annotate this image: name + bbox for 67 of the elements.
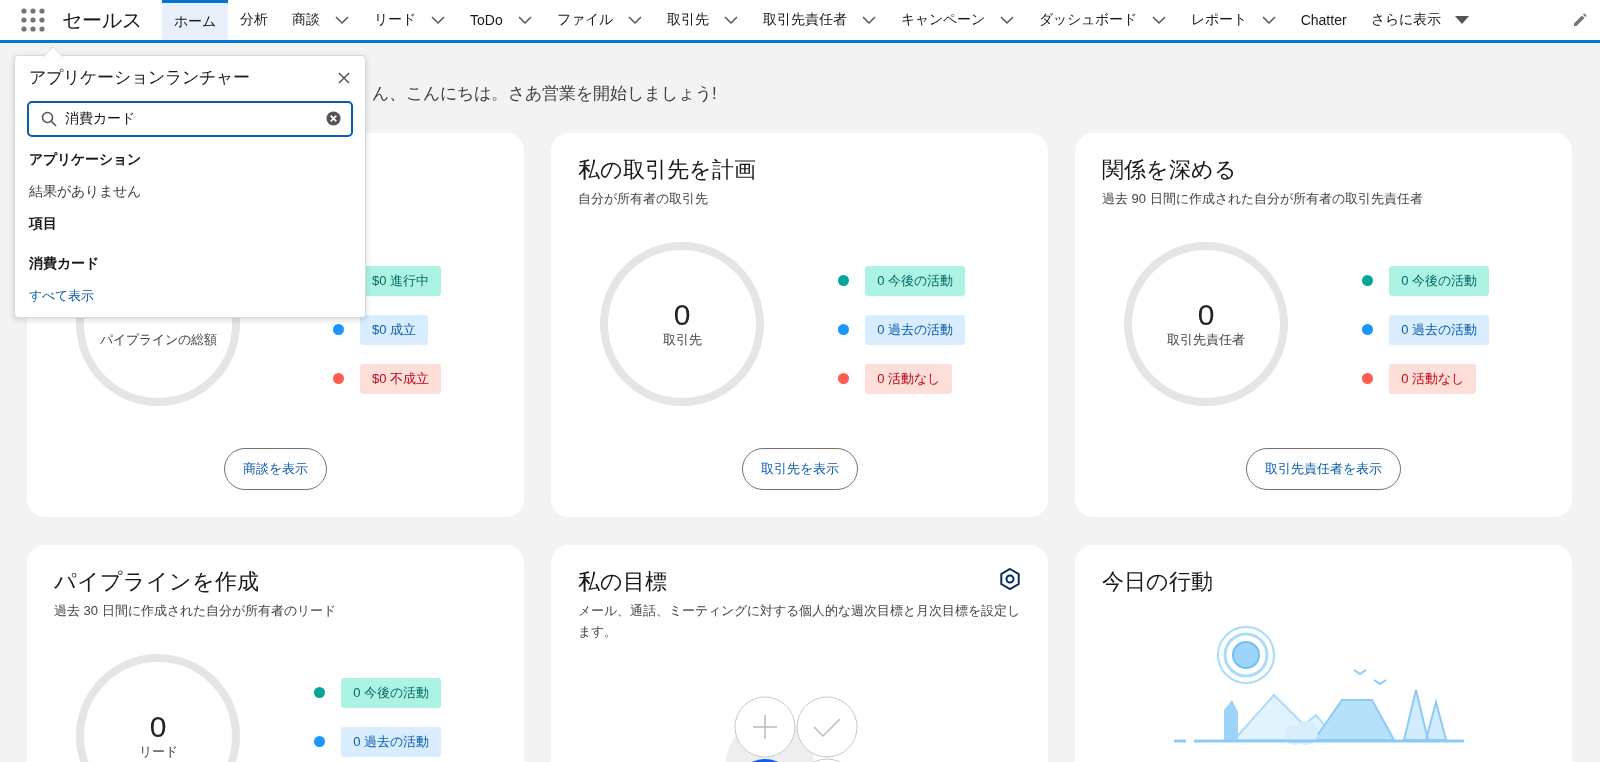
status-badge: $0 成立 [359, 314, 428, 345]
chevron-down-icon[interactable] [516, 15, 533, 25]
card-subtitle: 過去 30 日間に作成された自分が所有者のリード [54, 602, 337, 620]
card-subtitle: 過去 90 日間に作成された自分が所有者の取引先責任者 [1102, 190, 1424, 208]
card-title: パイプラインを作成 [54, 568, 259, 595]
status-badge: 0 今後の活動 [341, 677, 441, 708]
app-launcher-icon[interactable] [20, 7, 46, 33]
total-label: 取引先 [662, 332, 702, 348]
status-badge: $0 不成立 [359, 363, 441, 394]
nav-tab[interactable]: ダッシュボード [1026, 0, 1179, 40]
nav-tab[interactable]: 商談 [280, 0, 362, 40]
search-field[interactable]: 消費カード [27, 101, 353, 137]
total-label: リード [138, 744, 178, 760]
view-button[interactable]: 商談を表示 [224, 447, 327, 490]
status-badge: 0 過去の活動 [1389, 314, 1489, 345]
status-badge: 0 今後の活動 [1389, 265, 1489, 296]
nav-tab[interactable]: さらに表示 [1358, 0, 1481, 40]
nav-tab[interactable]: ホーム [162, 0, 228, 40]
nav-tab[interactable]: キャンペーン [888, 0, 1027, 40]
status-badge: 0 過去の活動 [341, 726, 441, 757]
total-value: 0 [673, 300, 691, 331]
nav-tab[interactable]: 分析 [228, 0, 280, 40]
card-title: 私の目標 [578, 568, 667, 595]
empty-message: 結果がありません [28, 183, 142, 201]
nav-tab[interactable]: ファイル [544, 0, 655, 40]
total-label: パイプラインの総額 [99, 332, 217, 348]
chevron-down-icon[interactable] [998, 15, 1015, 25]
card-title: 私の取引先を計画 [578, 156, 756, 183]
settings-icon[interactable] [998, 567, 1022, 591]
popover-title: アプリケーションランチャー [29, 67, 250, 89]
app-name: セールス [62, 7, 142, 33]
total-value: 0 [1197, 300, 1215, 331]
chevron-down-icon[interactable] [1150, 15, 1167, 25]
status-badge: 0 過去の活動 [865, 314, 965, 345]
nav-tab[interactable]: リード [362, 0, 458, 40]
caret-down-icon[interactable] [1454, 16, 1469, 24]
nav-tab[interactable]: Chatter [1288, 0, 1359, 40]
card-subtitle: メール、通話、ミーティングに対する個人的な週次目標と月次目標を設定します。 [578, 602, 1021, 641]
chevron-down-icon[interactable] [626, 15, 643, 25]
card-subtitle: 自分が所有者の取引先 [578, 190, 709, 208]
search-icon [41, 111, 57, 127]
greeting-text: ん、こんにちは。さあ営業を開始しましょう! [372, 82, 717, 105]
view-button[interactable]: 取引先を表示 [741, 447, 858, 490]
card-title: 今日の行動 [1102, 568, 1213, 595]
nav-tab[interactable]: 取引先 [654, 0, 751, 40]
status-badge: 0 活動なし [865, 363, 952, 394]
status-badge: 0 今後の活動 [865, 265, 965, 296]
pencil-icon[interactable] [1572, 12, 1588, 28]
result-item[interactable]: 消費カード [27, 255, 353, 273]
nav-tab[interactable]: ToDo [458, 0, 545, 40]
chevron-down-icon[interactable] [860, 15, 877, 25]
chevron-down-icon[interactable] [1260, 15, 1277, 25]
clear-icon[interactable] [326, 111, 341, 126]
card-title: 関係を深める [1102, 156, 1237, 183]
total-label: 取引先責任者 [1167, 332, 1245, 348]
view-all-link[interactable]: すべて表示 [29, 288, 94, 303]
total-value: 0 [149, 712, 167, 743]
chevron-down-icon[interactable] [334, 15, 350, 25]
section-heading: 項目 [27, 215, 58, 233]
status-badge: 0 活動なし [1389, 363, 1476, 394]
section-heading: アプリケーション [28, 151, 142, 169]
chevron-down-icon[interactable] [430, 15, 446, 25]
view-button[interactable]: 取引先責任者を表示 [1246, 447, 1401, 490]
nav-tab[interactable]: レポート [1178, 0, 1289, 40]
nav-tab[interactable]: 取引先責任者 [750, 0, 889, 40]
chevron-down-icon[interactable] [722, 15, 739, 25]
close-icon[interactable] [337, 70, 351, 85]
